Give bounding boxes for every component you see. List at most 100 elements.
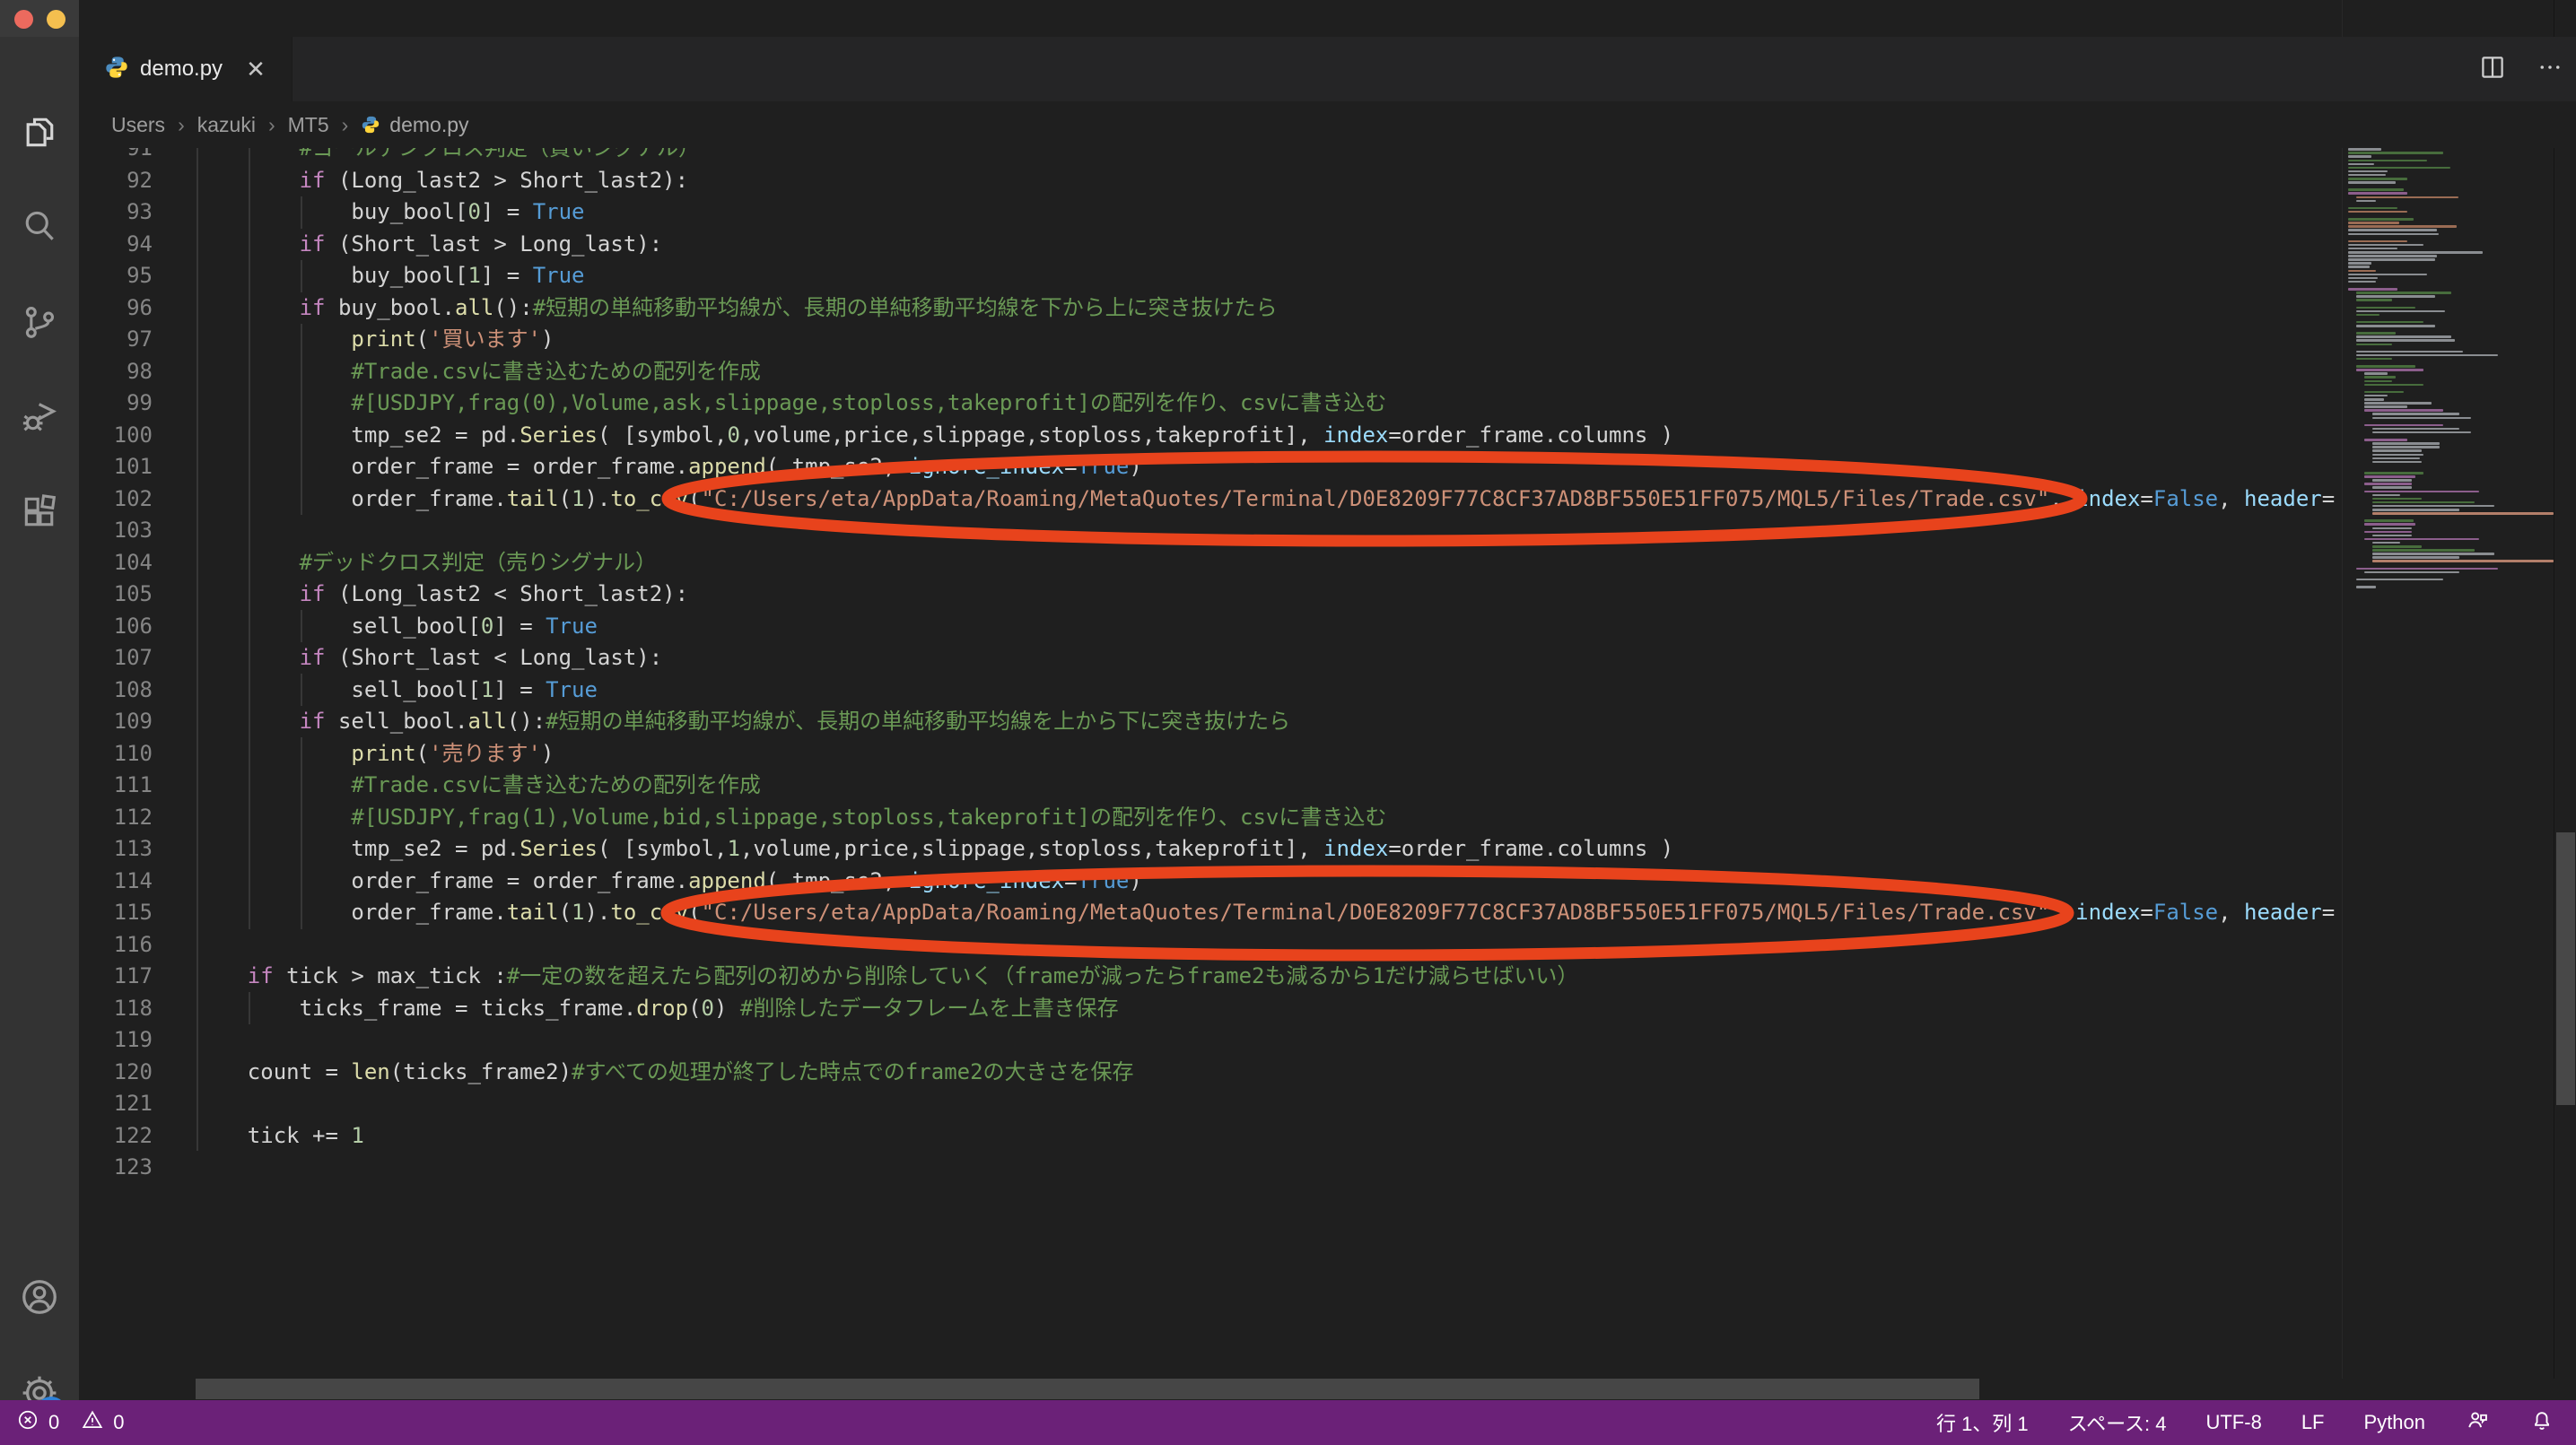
line-number[interactable]: 98 xyxy=(79,356,153,388)
status-cursor-position[interactable]: 行 1、列 1 xyxy=(1936,1408,2029,1437)
line-number[interactable]: 102 xyxy=(79,483,153,516)
code-line-108[interactable]: sell_bool[1] = True xyxy=(196,675,598,707)
line-number[interactable]: 122 xyxy=(79,1120,153,1153)
line-number[interactable]: 103 xyxy=(79,515,153,547)
line-number[interactable]: 94 xyxy=(79,229,153,261)
minimap-line xyxy=(2348,181,2396,184)
code-line-107[interactable]: if (Short_last < Long_last): xyxy=(196,642,662,675)
line-number[interactable]: 92 xyxy=(79,165,153,197)
code-line-109[interactable]: if sell_bool.all():#短期の単純移動平均線が、長期の単純移動平… xyxy=(196,706,1290,738)
code-token: ( xyxy=(559,900,572,925)
line-number[interactable]: 112 xyxy=(79,802,153,834)
activity-item-accounts[interactable] xyxy=(0,1259,79,1338)
problems-indicator[interactable]: 0 0 xyxy=(0,1408,125,1437)
minimap[interactable] xyxy=(2342,0,2554,1379)
code-line-104[interactable]: #デッドクロス判定（売りシグナル） xyxy=(196,547,657,579)
horizontal-scrollbar-thumb[interactable] xyxy=(196,1379,1979,1399)
line-number[interactable]: 101 xyxy=(79,451,153,483)
code-line-94[interactable]: if (Short_last > Long_last): xyxy=(196,229,662,261)
activity-item-search[interactable] xyxy=(0,189,79,268)
code-line-100[interactable]: tmp_se2 = pd.Series( [symbol,0,volume,pr… xyxy=(196,420,1673,452)
bell-icon[interactable] xyxy=(2529,1407,2554,1438)
line-number[interactable]: 107 xyxy=(79,642,153,675)
line-number[interactable]: 110 xyxy=(79,738,153,770)
line-number[interactable]: 118 xyxy=(79,993,153,1025)
tab-close-icon[interactable]: ✕ xyxy=(246,57,266,81)
breadcrumb-segment[interactable]: kazuki xyxy=(197,113,256,137)
code-line-96[interactable]: if buy_bool.all():#短期の単純移動平均線が、長期の単純移動平均… xyxy=(196,292,1278,325)
code-line-110[interactable]: print('売ります') xyxy=(196,738,554,770)
line-number[interactable]: 120 xyxy=(79,1057,153,1089)
code-line-92[interactable]: if (Long_last2 > Short_last2): xyxy=(196,165,688,197)
code-line-122[interactable]: tick += 1 xyxy=(196,1120,364,1153)
code-line-114[interactable]: order_frame = order_frame.append( tmp_se… xyxy=(196,866,1142,898)
code-line-112[interactable]: #[USDJPY,frag(1),Volume,bid,slippage,sto… xyxy=(196,802,1386,834)
tab-demo-py[interactable]: demo.py ✕ xyxy=(79,37,293,101)
feedback-icon[interactable] xyxy=(2465,1407,2490,1438)
vertical-scrollbar-thumb[interactable] xyxy=(2556,832,2575,1105)
minimap-line xyxy=(2372,535,2412,537)
breadcrumb-segment[interactable]: MT5 xyxy=(288,113,329,137)
more-actions-icon[interactable] xyxy=(2537,54,2563,85)
minimap-line xyxy=(2348,167,2450,170)
line-number[interactable]: 117 xyxy=(79,961,153,993)
line-number[interactable]: 97 xyxy=(79,324,153,356)
code-token: if xyxy=(248,963,274,988)
line-number[interactable]: 111 xyxy=(79,770,153,802)
code-line-118[interactable]: ticks_frame = ticks_frame.drop(0) #削除したデ… xyxy=(196,993,1119,1025)
code-line-115[interactable]: order_frame.tail(1).to_csv("C:/Users/eta… xyxy=(196,897,2335,929)
code-line-113[interactable]: tmp_se2 = pd.Series( [symbol,1,volume,pr… xyxy=(196,833,1673,866)
line-number[interactable]: 113 xyxy=(79,833,153,866)
line-number[interactable]: 121 xyxy=(79,1088,153,1120)
code-line-105[interactable]: if (Long_last2 < Short_last2): xyxy=(196,579,688,611)
line-number[interactable]: 95 xyxy=(79,260,153,292)
minimap-line xyxy=(2364,519,2414,522)
code-token: buy_bool[ xyxy=(196,263,467,288)
code-line-99[interactable]: #[USDJPY,frag(0),Volume,ask,slippage,sto… xyxy=(196,387,1386,420)
code-line-102[interactable]: order_frame.tail(1).to_csv("C:/Users/eta… xyxy=(196,483,2335,516)
code-line-101[interactable]: order_frame = order_frame.append( tmp_se… xyxy=(196,451,1142,483)
activity-item-extensions[interactable] xyxy=(0,474,79,553)
split-editor-icon[interactable] xyxy=(2479,54,2506,85)
line-number[interactable]: 106 xyxy=(79,611,153,643)
activity-item-source-control[interactable] xyxy=(0,284,79,363)
line-number[interactable]: 123 xyxy=(79,1152,153,1184)
code-line-97[interactable]: print('買います') xyxy=(196,324,554,356)
status-indentation[interactable]: スペース: 4 xyxy=(2068,1408,2167,1437)
line-number[interactable]: 105 xyxy=(79,579,153,611)
code-line-93[interactable]: buy_bool[0] = True xyxy=(196,196,584,229)
line-number[interactable]: 99 xyxy=(79,387,153,420)
code-line-117[interactable]: if tick > max_tick :#一定の数を超えたら配列の初めから削除し… xyxy=(196,961,1578,993)
line-number[interactable]: 104 xyxy=(79,547,153,579)
code-token: 0 xyxy=(702,996,714,1021)
code-token: tmp_se2 = pd. xyxy=(196,836,520,861)
line-number[interactable]: 109 xyxy=(79,706,153,738)
code-line-111[interactable]: #Trade.csvに書き込むための配列を作成 xyxy=(196,770,761,802)
code-line-95[interactable]: buy_bool[1] = True xyxy=(196,260,584,292)
code-line-106[interactable]: sell_bool[0] = True xyxy=(196,611,598,643)
status-language-mode[interactable]: Python xyxy=(2364,1411,2426,1434)
code-token: #短期の単純移動平均線が、長期の単純移動平均線を下から上に突き抜けたら xyxy=(533,295,1278,320)
line-number[interactable]: 115 xyxy=(79,897,153,929)
minimap-line xyxy=(2348,270,2376,273)
line-number[interactable]: 93 xyxy=(79,196,153,229)
code-editor[interactable]: 9192939495969798991001011021031041051061… xyxy=(79,0,2342,1379)
minimap-line xyxy=(2364,424,2443,427)
line-number[interactable]: 108 xyxy=(79,675,153,707)
code-token xyxy=(196,231,300,257)
vertical-scrollbar[interactable] xyxy=(2554,0,2576,1379)
code-token: sell_bool[ xyxy=(196,614,481,639)
activity-item-run-debug[interactable] xyxy=(0,379,79,458)
code-line-120[interactable]: count = len(ticks_frame2)#すべての処理が終了した時点で… xyxy=(196,1057,1134,1089)
line-number[interactable]: 116 xyxy=(79,929,153,962)
line-number[interactable]: 119 xyxy=(79,1024,153,1057)
status-encoding[interactable]: UTF-8 xyxy=(2205,1411,2261,1434)
code-line-98[interactable]: #Trade.csvに書き込むための配列を作成 xyxy=(196,356,761,388)
status-eol[interactable]: LF xyxy=(2301,1411,2325,1434)
activity-item-explorer[interactable] xyxy=(0,94,79,173)
line-number[interactable]: 96 xyxy=(79,292,153,325)
breadcrumb-segment[interactable]: Users xyxy=(111,113,165,137)
breadcrumb-file[interactable]: demo.py xyxy=(361,113,468,137)
line-number[interactable]: 114 xyxy=(79,866,153,898)
line-number[interactable]: 100 xyxy=(79,420,153,452)
